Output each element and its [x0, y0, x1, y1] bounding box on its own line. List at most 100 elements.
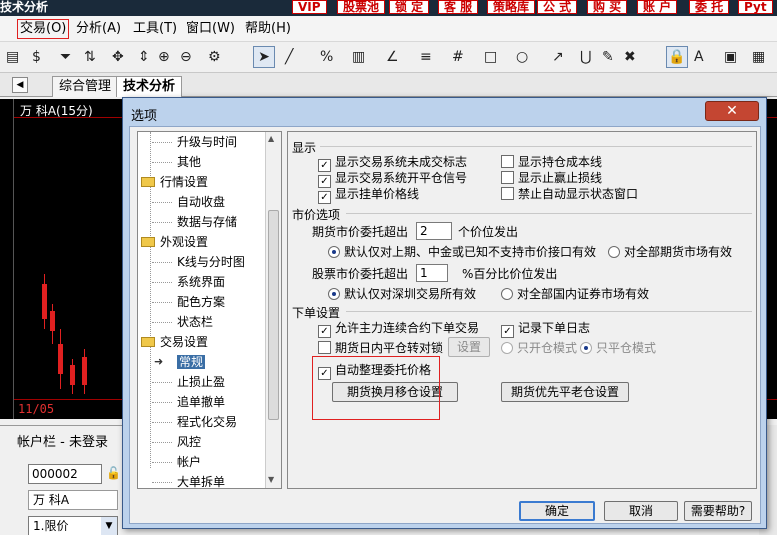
stock-default-radio[interactable]: 默认仅对深圳交易所有效 — [328, 287, 476, 301]
close-only-radio[interactable]: 只平仓模式 — [580, 341, 656, 355]
intraday-lock-checkbox[interactable]: 期货日内平仓转对锁 — [318, 341, 443, 355]
circle-icon[interactable]: ○ — [516, 49, 528, 65]
futures-ticks-input[interactable]: 2 — [416, 222, 452, 240]
hash-icon[interactable]: # — [452, 49, 464, 65]
radio-selected[interactable] — [328, 288, 340, 300]
grid-icon[interactable]: ▥ — [352, 49, 365, 65]
percent-icon[interactable]: % — [320, 49, 333, 65]
service-button[interactable]: 客 服 — [438, 0, 479, 14]
account-stock-field[interactable]: 万 科A — [28, 490, 118, 510]
menu-tools[interactable]: 工具(T) — [133, 20, 177, 38]
account-id-field[interactable]: 000002 — [28, 464, 102, 484]
tab-overview[interactable]: 综合管理 — [52, 76, 119, 97]
intraday-setup-button[interactable]: 设置 — [448, 337, 490, 357]
lock-icon[interactable]: 🔒 — [666, 46, 688, 68]
tree-item-stop-loss[interactable]: 止损止盈 — [151, 372, 225, 392]
lock-button[interactable]: 锁 定 — [389, 0, 430, 14]
tree-item-chase-cancel[interactable]: 追单撤单 — [151, 392, 225, 412]
buy-button[interactable]: 购 买 — [587, 0, 628, 14]
tree-item-other[interactable]: 其他 — [151, 152, 201, 172]
show-unfilled-checkbox[interactable]: ✓ 显示交易系统未成交标志 — [318, 155, 467, 172]
tree-item-account[interactable]: 帐户 — [151, 452, 201, 472]
tree-scrollbar[interactable]: ▲ ▼ — [265, 132, 281, 488]
pointer-icon[interactable]: ➤ — [253, 46, 275, 68]
order-button[interactable]: 委 托 — [689, 0, 730, 14]
menu-window[interactable]: 窗口(W) — [186, 20, 235, 38]
menu-analysis[interactable]: 分析(A) — [76, 20, 121, 38]
dollar-icon[interactable]: $ — [32, 49, 41, 65]
account-button[interactable]: 账 户 — [637, 0, 678, 14]
scroll-up-icon[interactable]: ▲ — [268, 134, 274, 143]
filter-icon[interactable]: ⏷ — [60, 49, 71, 65]
help-button[interactable]: 需要帮助? — [684, 501, 752, 521]
show-pending-price-checkbox[interactable]: ✓ 显示挂单价格线 — [318, 187, 419, 204]
checkbox-unchecked[interactable] — [318, 341, 331, 354]
scroll-down-icon[interactable]: ▼ — [268, 475, 274, 484]
cancel-button[interactable]: 取消 — [604, 501, 678, 521]
zoom-in-icon[interactable]: ⊕ — [158, 49, 170, 65]
line-tool-icon[interactable]: ╱ — [285, 49, 293, 65]
show-cost-line-checkbox[interactable]: 显示持仓成本线 — [501, 155, 602, 169]
tree-item-data-storage[interactable]: 数据与存储 — [151, 212, 237, 232]
tree-item-general[interactable]: 常规 — [177, 352, 206, 372]
edit-icon[interactable]: ✎ — [602, 49, 614, 65]
radio-selected[interactable] — [328, 246, 340, 258]
checkbox-unchecked[interactable] — [501, 155, 514, 168]
order-type-select[interactable]: 1.限价 ▼ — [28, 516, 118, 535]
erase-icon[interactable]: ✖ — [624, 49, 636, 65]
priority-close-old-button[interactable]: 期货优先平老仓设置 — [501, 382, 629, 402]
tree-item-auto-close[interactable]: 自动收盘 — [151, 192, 225, 212]
zoom-out-icon[interactable]: ⊖ — [180, 49, 192, 65]
checkbox-checked[interactable]: ✓ — [318, 325, 331, 338]
checkbox-checked[interactable]: ✓ — [318, 191, 331, 204]
radio-disabled[interactable] — [501, 342, 513, 354]
futures-default-radio[interactable]: 默认仅对上期、中金或已知不支持市价接口有效 — [328, 245, 596, 259]
disable-status-window-checkbox[interactable]: 禁止自动显示状态窗口 — [501, 187, 638, 201]
save-icon[interactable]: ▤ — [6, 49, 19, 65]
tree-item-kline[interactable]: K线与分时图 — [152, 252, 245, 272]
tab-technical[interactable]: 技术分析 — [116, 76, 183, 97]
allow-continuous-checkbox[interactable]: ✓ 允许主力连续合约下单交易 — [318, 321, 479, 338]
tree-item-big-order-split[interactable]: 大单拆单 — [151, 472, 225, 488]
menu-trade[interactable]: 交易(O) — [17, 19, 70, 39]
formula-button[interactable]: 公 式 — [537, 0, 578, 14]
angle-icon[interactable]: ∠ — [386, 49, 399, 65]
scroll-thumb[interactable] — [268, 210, 279, 420]
chevron-down-icon[interactable]: ▼ — [101, 517, 117, 535]
ok-button[interactable]: 确定 — [519, 501, 595, 521]
radio-unselected[interactable] — [608, 246, 620, 258]
record-log-checkbox[interactable]: ✓ 记录下单日志 — [501, 321, 590, 338]
unlock-icon[interactable]: 🔓 — [106, 466, 121, 480]
tree-item-color-scheme[interactable]: 配色方案 — [151, 292, 225, 312]
tree-item-risk-control[interactable]: 风控 — [151, 432, 201, 452]
futures-all-radio[interactable]: 对全部期货市场有效 — [608, 245, 732, 259]
stock-all-radio[interactable]: 对全部国内证券市场有效 — [501, 287, 649, 301]
tree-group-appearance[interactable]: 外观设置 — [141, 232, 208, 252]
menu-help[interactable]: 帮助(H) — [245, 20, 291, 38]
layout-icon[interactable]: ▦ — [752, 49, 765, 65]
tree-item-status-bar[interactable]: 状态栏 — [151, 312, 213, 332]
stock-percent-input[interactable]: 1 — [416, 264, 448, 282]
switch-icon[interactable]: ⇅ — [84, 49, 96, 65]
checkbox-unchecked[interactable] — [501, 187, 514, 200]
rect-icon[interactable]: □ — [484, 49, 497, 65]
gear-icon[interactable]: ⚙ — [208, 49, 221, 65]
show-open-close-checkbox[interactable]: ✓ 显示交易系统开平仓信号 — [318, 171, 467, 188]
tree-group-trade[interactable]: 交易设置 — [141, 332, 208, 352]
show-stop-line-checkbox[interactable]: 显示止赢止损线 — [501, 171, 602, 185]
window-icon[interactable]: ▣ — [724, 49, 737, 65]
move-icon[interactable]: ✥ — [112, 49, 124, 65]
height-icon[interactable]: ⇕ — [138, 49, 150, 65]
strategy-button[interactable]: 策略库 — [487, 0, 536, 14]
lines-icon[interactable]: ≡ — [420, 49, 432, 65]
magnet-icon[interactable]: ⋃ — [580, 49, 591, 65]
close-button[interactable]: ✕ — [705, 101, 759, 121]
python-button[interactable]: Pyt — [738, 0, 773, 14]
tab-scroll-left-icon[interactable]: ◀ — [12, 77, 28, 93]
tree-item-upgrade-time[interactable]: 升级与时间 — [151, 132, 237, 152]
checkbox-unchecked[interactable] — [501, 171, 514, 184]
tree-item-system-ui[interactable]: 系统界面 — [151, 272, 225, 292]
checkbox-checked[interactable]: ✓ — [501, 325, 514, 338]
text-color-icon[interactable]: A — [694, 49, 704, 65]
open-only-radio[interactable]: 只开仓模式 — [501, 341, 577, 355]
